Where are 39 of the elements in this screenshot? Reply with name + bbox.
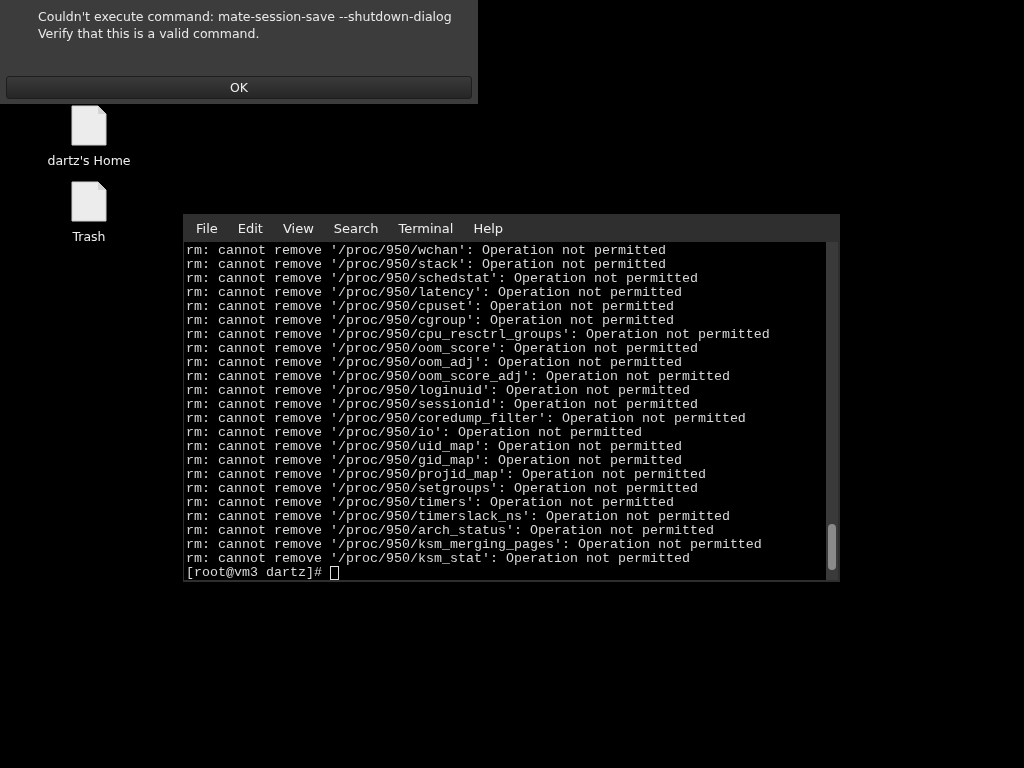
terminal-line: rm: cannot remove '/proc/950/oom_score': Operation not permitted bbox=[186, 342, 699, 356]
terminal-line: rm: cannot remove '/proc/950/cpuset': Operation not permitted bbox=[186, 300, 675, 314]
terminal-line: rm: cannot remove '/proc/950/timerslack_ns': Operation not permitted bbox=[186, 510, 731, 524]
icon-label[interactable]: Trash bbox=[72, 229, 106, 244]
terminal-line: rm: cannot remove '/proc/950/loginuid': Operation not permitted bbox=[186, 384, 691, 398]
terminal-line: rm: cannot remove '/proc/950/oom_adj': Operation not permitted bbox=[186, 356, 683, 370]
terminal-line: rm: cannot remove '/proc/950/coredump_filter': Operation not permitted bbox=[186, 412, 747, 426]
menu-item[interactable]: Edit bbox=[227, 220, 273, 236]
terminal-line: rm: cannot remove '/proc/950/ksm_stat': Operation not permitted bbox=[186, 552, 691, 566]
menu-item[interactable]: Help bbox=[463, 220, 514, 236]
menu-item[interactable]: Search bbox=[323, 220, 389, 236]
file-icon bbox=[71, 181, 107, 222]
terminal-line: rm: cannot remove '/proc/950/cgroup': Operation not permitted bbox=[186, 314, 675, 328]
file-icon bbox=[71, 105, 107, 146]
dialog-message: Verify that this is a valid command. bbox=[38, 25, 261, 42]
terminal-line: rm: cannot remove '/proc/950/gid_map': Operation not permitted bbox=[186, 454, 683, 468]
terminal-line: rm: cannot remove '/proc/950/timers': Operation not permitted bbox=[186, 496, 675, 510]
terminal-line: rm: cannot remove '/proc/950/uid_map': Operation not permitted bbox=[186, 440, 683, 454]
text-cursor bbox=[330, 566, 339, 580]
ok-button[interactable]: OK bbox=[6, 76, 472, 99]
terminal-line: rm: cannot remove '/proc/950/latency': Operation not permitted bbox=[186, 286, 683, 300]
terminal-line: rm: cannot remove '/proc/950/sessionid': Operation not permitted bbox=[186, 398, 699, 412]
scrollbar[interactable] bbox=[826, 242, 838, 580]
terminal-line: rm: cannot remove '/proc/950/ksm_merging_pages': Operation not permitted bbox=[186, 538, 763, 552]
terminal-line: rm: cannot remove '/proc/950/stack': Operation not permitted bbox=[186, 258, 667, 272]
menu-item[interactable]: File bbox=[186, 220, 228, 236]
icon-label[interactable]: dartz's Home bbox=[47, 153, 131, 168]
terminal-line: rm: cannot remove '/proc/950/wchan': Operation not permitted bbox=[186, 244, 667, 258]
dialog-message: Couldn't execute command: mate-session-save --shutdown-dialog bbox=[38, 8, 453, 25]
terminal-line: rm: cannot remove '/proc/950/cpu_resctrl_groups': Operation not permitted bbox=[186, 328, 771, 342]
menu-item[interactable]: View bbox=[272, 220, 324, 236]
terminal-line: rm: cannot remove '/proc/950/projid_map': Operation not permitted bbox=[186, 468, 707, 482]
terminal-line: rm: cannot remove '/proc/950/setgroups': Operation not permitted bbox=[186, 482, 699, 496]
terminal-line: rm: cannot remove '/proc/950/io': Operation not permitted bbox=[186, 426, 643, 440]
terminal-line: rm: cannot remove '/proc/950/schedstat': Operation not permitted bbox=[186, 272, 699, 286]
menu-item[interactable]: Terminal bbox=[388, 220, 464, 236]
terminal-line: rm: cannot remove '/proc/950/arch_status': Operation not permitted bbox=[186, 524, 715, 538]
shell-prompt: [root@vm3 dartz]# bbox=[186, 566, 322, 580]
terminal-line: rm: cannot remove '/proc/950/oom_score_adj': Operation not permitted bbox=[186, 370, 731, 384]
